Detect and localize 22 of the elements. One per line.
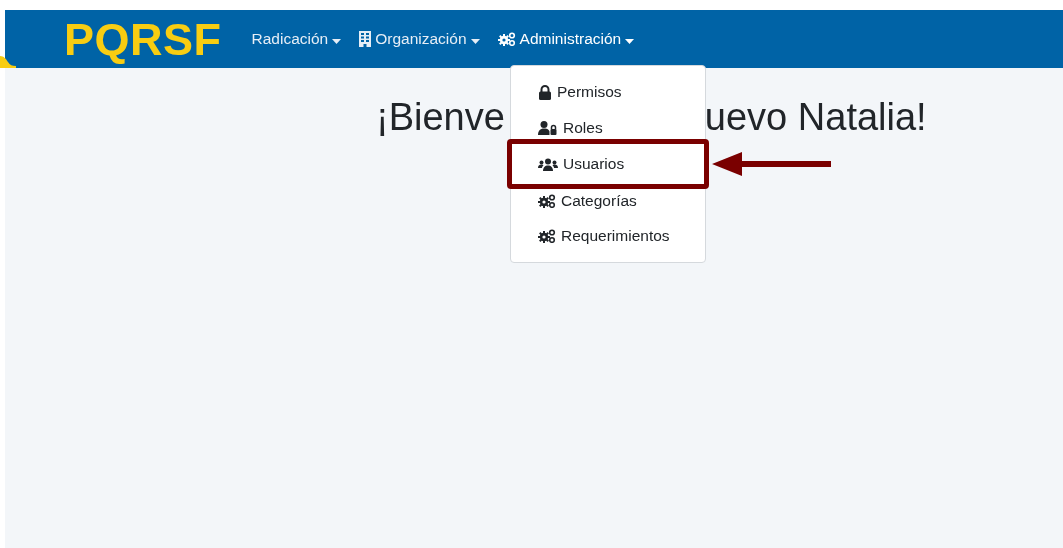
gears-icon: [538, 193, 556, 208]
building-icon: [359, 31, 372, 47]
caret-icon: [625, 39, 635, 44]
brand-logo[interactable]: PQRSF: [64, 16, 222, 62]
welcome-heading: ¡Bienve: [376, 96, 505, 139]
caret-icon: [332, 39, 342, 44]
menu-item[interactable]: Requerimientos: [511, 218, 705, 254]
menu-item[interactable]: Permisos: [511, 74, 705, 110]
welcome-heading: uevo Natalia!: [704, 96, 927, 139]
lock-icon: [538, 84, 552, 100]
gears-icon: [538, 229, 556, 243]
gears-icon: [497, 32, 516, 46]
nav-menu[interactable]: Administración: [497, 30, 635, 48]
swoosh-icon: [0, 54, 16, 68]
nav-menu[interactable]: Radicación: [251, 30, 342, 48]
menu-item[interactable]: Usuarios: [507, 139, 709, 189]
nav-menu[interactable]: Organización: [359, 30, 480, 48]
caret-icon: [470, 39, 480, 44]
menu-item[interactable]: Categorías: [511, 189, 705, 218]
user-lock-icon: [538, 120, 558, 135]
users-icon: [538, 157, 558, 171]
menu-item[interactable]: Roles: [511, 110, 705, 139]
